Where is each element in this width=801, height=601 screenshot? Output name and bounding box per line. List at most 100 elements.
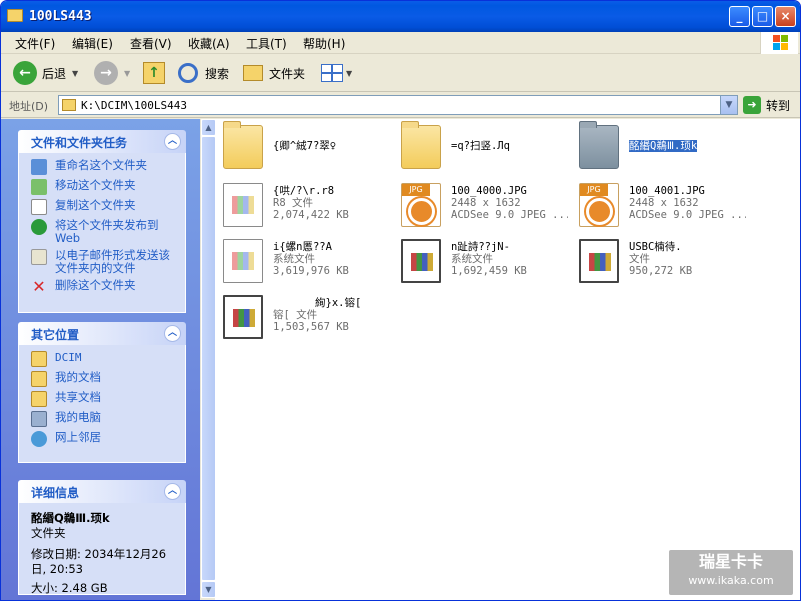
task-email-label: 以电子邮件形式发送该文件夹内的文件 [55, 248, 170, 275]
file-size: 950,272 KB [629, 265, 693, 277]
file-tasks-header[interactable]: 文件和文件夹任务 ︿ [18, 130, 186, 153]
scroll-thumb[interactable] [201, 136, 216, 581]
menu-bar: 文件(F) 编辑(E) 查看(V) 收藏(A) 工具(T) 帮助(H) [1, 32, 800, 54]
up-folder-button[interactable]: ↑ [143, 60, 165, 86]
toolbar: ← 后退 ▼ → ▼ ↑ 搜索 文件夹 ▼ [1, 54, 800, 92]
other-places-panel: 其它位置 ︿ DCIM 我的文档 共享文档 我的电脑 网上邻居 [18, 322, 186, 463]
task-move-label: 移动这个文件夹 [55, 178, 136, 192]
shared-folder-icon [31, 391, 47, 407]
file-tasks-panel: 文件和文件夹任务 ︿ 重命名这个文件夹 移动这个文件夹 复制这个文件夹 将这个文… [18, 130, 186, 313]
file-name: n趾詩??jN- [451, 241, 510, 253]
place-my-computer[interactable]: 我的电脑 [19, 409, 185, 429]
watermark-url: www.ikaka.com [688, 574, 774, 587]
jpg-file-icon: JPG [579, 183, 619, 227]
menu-file[interactable]: 文件(F) [15, 35, 55, 52]
file-size: 3,619,976 KB [273, 265, 349, 277]
rename-icon [31, 159, 47, 175]
file-item[interactable]: =q?扫竖.Лq [393, 119, 568, 175]
chevron-down-icon: ▼ [346, 68, 353, 78]
title-bar[interactable]: 100LS443 _ □ × [1, 1, 800, 32]
publish-globe-icon [31, 219, 47, 235]
task-publish[interactable]: 将这个文件夹发布到 Web [19, 217, 185, 247]
menu-view[interactable]: 查看(V) [130, 35, 172, 52]
close-button[interactable]: × [775, 6, 796, 27]
folder-icon [31, 351, 47, 367]
collapse-chevron-icon[interactable]: ︿ [164, 325, 181, 342]
computer-icon [31, 411, 47, 427]
address-input[interactable]: K:\DCIM\100LS443 ▼ [58, 95, 738, 115]
search-icon [178, 63, 198, 83]
details-header[interactable]: 详细信息 ︿ [18, 480, 186, 503]
email-icon [31, 249, 47, 265]
file-item[interactable]: 絢}x.镕[镕[ 文件 1,503,567 KB [215, 289, 390, 345]
menu-help[interactable]: 帮助(H) [303, 35, 345, 52]
file-item[interactable]: USBC楠待. 文件 950,272 KB [571, 233, 746, 289]
watermark-brand: 瑞星卡卡 [698, 552, 763, 571]
details-name: 酩緡Q鵜Ⅲ.顼k [31, 511, 110, 525]
size-label: 大小: [31, 581, 58, 595]
jpg-tag: JPG [580, 184, 608, 196]
file-item-selected[interactable]: 酩緡Q鵜Ⅲ.顼k [571, 119, 746, 175]
delete-x-icon: ✕ [32, 277, 46, 296]
other-places-title: 其它位置 [31, 328, 80, 342]
place-my-documents[interactable]: 我的文档 [19, 369, 185, 389]
file-size: 1,692,459 KB [451, 265, 527, 277]
file-item[interactable]: i{螺n慝??A 系统文件 3,619,976 KB [215, 233, 390, 289]
details-size: 大小: 2.48 GB [19, 581, 185, 596]
vertical-scrollbar[interactable]: ▲ ▼ [200, 119, 216, 598]
file-type: 镕[ 文件 [273, 309, 318, 321]
window-title: 100LS443 [29, 9, 92, 24]
folders-button[interactable]: 文件夹 [243, 60, 305, 86]
place-my-documents-label: 我的文档 [55, 370, 101, 384]
file-item[interactable]: {哄/?\r.r8 R8 文件 2,074,422 KB [215, 177, 390, 233]
place-network[interactable]: 网上邻居 [19, 429, 185, 449]
other-places-header[interactable]: 其它位置 ︿ [18, 322, 186, 345]
task-rename[interactable]: 重命名这个文件夹 [19, 157, 185, 177]
file-type: ACDSee 9.0 JPEG ... [629, 209, 746, 221]
file-item[interactable]: JPG 100_4000.JPG 2448 x 1632 ACDSee 9.0 JP… [393, 177, 568, 233]
menu-favorites[interactable]: 收藏(A) [188, 35, 230, 52]
minimize-button[interactable]: _ [729, 6, 750, 27]
my-documents-icon [31, 371, 47, 387]
place-shared-documents[interactable]: 共享文档 [19, 389, 185, 409]
task-move[interactable]: 移动这个文件夹 [19, 177, 185, 197]
file-item[interactable]: n趾詩??jN- 系统文件 1,692,459 KB [393, 233, 568, 289]
address-bar: 地址(D) K:\DCIM\100LS443 ▼ ➜ 转到 [1, 93, 800, 118]
address-dropdown-button[interactable]: ▼ [720, 96, 737, 114]
acdsee-eye-icon [408, 198, 435, 225]
folder-icon [579, 121, 619, 169]
place-dcim-label: DCIM [55, 351, 82, 364]
file-type: 文件 [629, 253, 650, 265]
scroll-up-button[interactable]: ▲ [201, 119, 216, 136]
network-globe-icon [31, 431, 47, 447]
task-delete[interactable]: ✕ 删除这个文件夹 [19, 277, 185, 297]
file-item[interactable]: JPG 100_4001.JPG 2448 x 1632 ACDSee 9.0 JP… [571, 177, 746, 233]
menu-edit[interactable]: 编辑(E) [72, 35, 113, 52]
task-publish-label: 将这个文件夹发布到 Web [55, 218, 159, 245]
place-dcim[interactable]: DCIM [19, 349, 185, 369]
forward-button[interactable]: → ▼ [94, 60, 130, 86]
task-email[interactable]: 以电子邮件形式发送该文件夹内的文件 [19, 247, 185, 277]
scroll-down-button[interactable]: ▼ [201, 581, 216, 598]
system-file-icon [223, 239, 263, 283]
go-label: 转到 [766, 98, 791, 113]
search-button[interactable]: 搜索 [178, 60, 229, 86]
go-button[interactable]: ➜ 转到 [743, 96, 790, 114]
task-copy[interactable]: 复制这个文件夹 [19, 197, 185, 217]
acdsee-eye-icon [586, 198, 613, 225]
collapse-chevron-icon[interactable]: ︿ [164, 133, 181, 150]
views-button[interactable]: ▼ [321, 60, 352, 86]
file-tasks-title: 文件和文件夹任务 [31, 136, 128, 150]
views-icon [321, 64, 343, 82]
maximize-button[interactable]: □ [752, 6, 773, 27]
up-folder-icon: ↑ [143, 62, 165, 84]
collapse-chevron-icon[interactable]: ︿ [164, 483, 181, 500]
forward-arrow-icon: → [94, 61, 118, 85]
place-shared-documents-label: 共享文档 [55, 390, 101, 404]
back-button[interactable]: ← 后退 ▼ [13, 60, 78, 86]
search-label: 搜索 [205, 66, 230, 81]
menu-tools[interactable]: 工具(T) [246, 35, 287, 52]
file-item[interactable]: {卿^絨7?翠♀ [215, 119, 390, 175]
task-pane: 文件和文件夹任务 ︿ 重命名这个文件夹 移动这个文件夹 复制这个文件夹 将这个文… [1, 119, 200, 600]
address-value: K:\DCIM\100LS443 [81, 99, 187, 112]
